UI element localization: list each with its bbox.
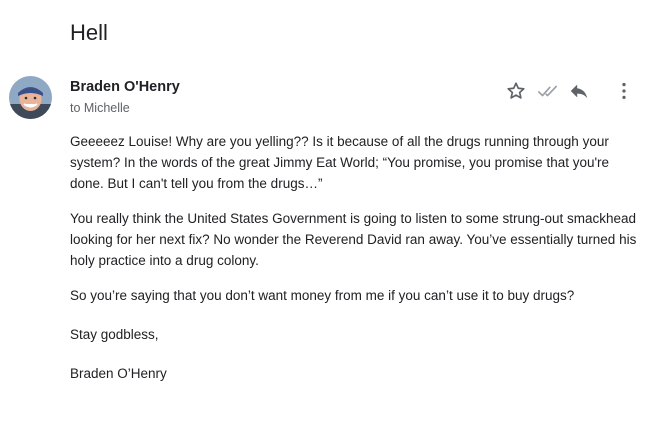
email-body: Geeeeez Louise! Why are you yelling?? Is… <box>70 131 645 384</box>
more-options-button[interactable] <box>613 80 635 102</box>
body-paragraph: Geeeeez Louise! Why are you yelling?? Is… <box>70 134 610 191</box>
recipient-line[interactable]: to Michelle <box>70 100 130 116</box>
body-paragraph: So you’re saying that you don’t want mon… <box>70 288 575 303</box>
sender-avatar[interactable] <box>9 76 52 119</box>
reply-icon <box>570 84 588 99</box>
double-check-icon <box>538 85 558 97</box>
email-signature: Braden O’Henry <box>70 366 167 381</box>
more-vertical-icon <box>622 82 626 100</box>
read-status-indicator <box>537 80 559 102</box>
reply-button[interactable] <box>568 80 590 102</box>
star-outline-icon <box>507 82 525 99</box>
body-paragraph: You really think the United States Gover… <box>70 211 637 268</box>
email-closing: Stay godbless, <box>70 327 159 342</box>
star-button[interactable] <box>505 80 527 102</box>
email-subject: Hell <box>70 20 108 45</box>
sender-name[interactable]: Braden O'Henry <box>70 78 180 96</box>
person-avatar-icon <box>9 76 52 119</box>
